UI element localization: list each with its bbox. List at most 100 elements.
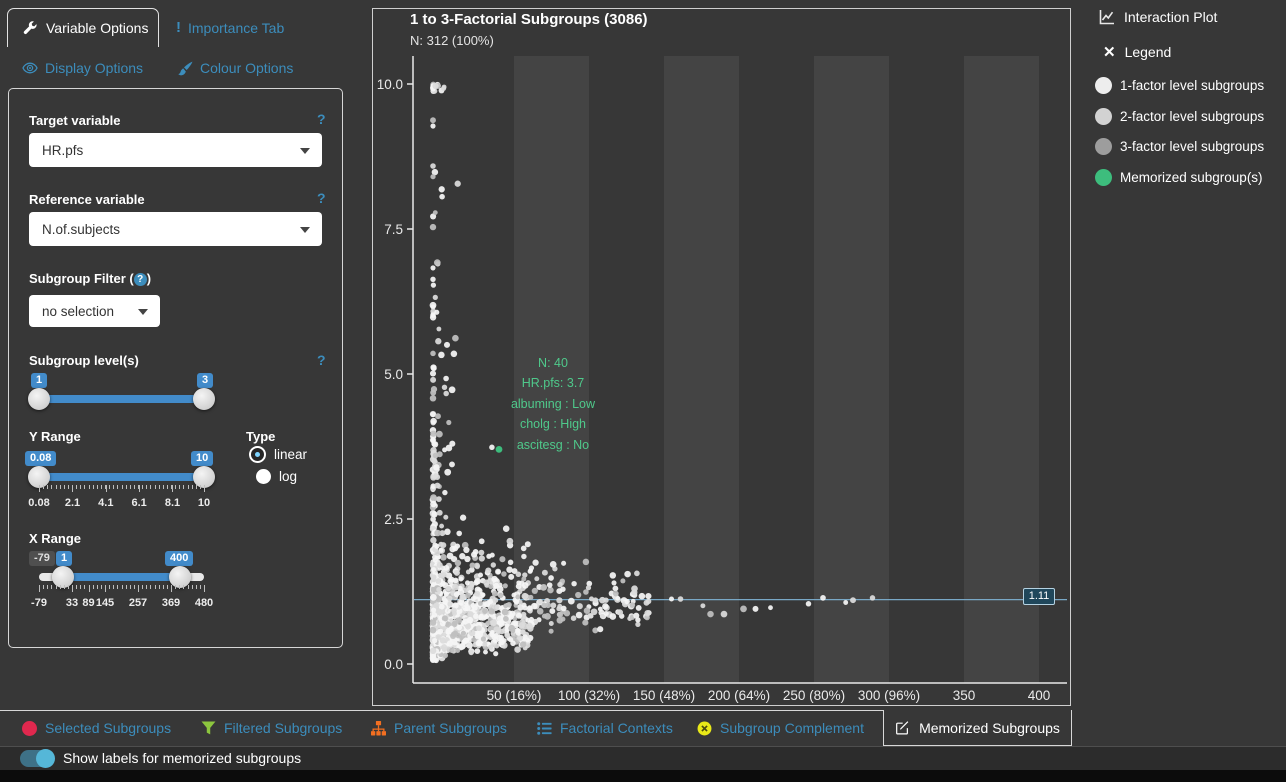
show-labels-toggle[interactable]	[20, 750, 54, 767]
variable-options-panel: Target variable ? HR.pfs Reference varia…	[8, 88, 343, 648]
funnel-icon	[201, 721, 216, 736]
legend-dot-icon	[1095, 77, 1112, 94]
tab-memorized-subgroups[interactable]: Memorized Subgroups	[883, 710, 1072, 746]
slider-min-badge: -79	[29, 551, 55, 566]
footer-bar: Show labels for memorized subgroups	[0, 746, 1286, 770]
radio-log[interactable]: log	[256, 469, 297, 484]
tab-label: Colour Options	[200, 60, 293, 76]
interaction-plot-button[interactable]: Interaction Plot	[1099, 9, 1217, 25]
circle-x-icon	[697, 721, 712, 736]
subgroup-scatter-panel: 1 to 3-Factorial Subgroups (3086) N: 312…	[372, 8, 1071, 706]
tab-variable-options[interactable]: Variable Options	[7, 8, 159, 47]
reference-variable-help-icon[interactable]: ?	[317, 190, 326, 206]
radio-linear[interactable]: linear	[249, 446, 307, 463]
tab-label: Importance Tab	[188, 20, 284, 36]
y-range-label: Y Range	[29, 429, 81, 444]
slider-grid: -793389145257369480	[39, 585, 204, 615]
subgroup-levels-help-icon[interactable]: ?	[317, 352, 326, 368]
slider-tick-label: 89	[82, 597, 94, 609]
list-icon	[537, 721, 552, 736]
eye-icon	[22, 60, 38, 76]
subgroup-filter-select[interactable]: no selection	[29, 295, 160, 327]
legend-item: 2-factor level subgroups	[1095, 108, 1264, 125]
slider-tick-label: 4.1	[98, 497, 113, 509]
svg-text:5.0: 5.0	[384, 367, 403, 382]
legend-close-button[interactable]: ✕ Legend	[1103, 43, 1171, 61]
subgroup-explorer-app: Variable Options ! Importance Tab Displa…	[0, 0, 1286, 782]
brush-icon	[178, 61, 193, 76]
slider-to-badge: 400	[165, 551, 193, 566]
reference-variable-select[interactable]: N.of.subjects	[29, 212, 322, 246]
legend-item-label: 1-factor level subgroups	[1120, 78, 1264, 93]
sitemap-icon	[371, 721, 386, 736]
edit-icon	[895, 720, 910, 735]
legend-item: 1-factor level subgroups	[1095, 77, 1264, 94]
slider-grid: 0.082.14.16.18.110	[39, 485, 204, 515]
subgroup-filter-help-icon[interactable]: ?	[134, 273, 147, 286]
svg-text:2.5: 2.5	[384, 512, 403, 527]
slider-fill	[63, 573, 181, 581]
tab-display-options[interactable]: Display Options	[22, 60, 143, 76]
red-dot-icon	[22, 721, 37, 736]
svg-text:400: 400	[1028, 688, 1051, 703]
svg-text:300 (96%): 300 (96%)	[858, 688, 920, 703]
target-variable-help-icon[interactable]: ?	[317, 111, 326, 127]
slider-tick-label: 145	[96, 597, 114, 609]
slider-tick-label: 10	[198, 497, 210, 509]
radio-button-icon	[249, 446, 266, 463]
slider-tick-label: 0.08	[28, 497, 49, 509]
svg-text:7.5: 7.5	[384, 222, 403, 237]
tab-label: Variable Options	[46, 20, 148, 36]
tab-selected-subgroups[interactable]: Selected Subgroups	[22, 710, 171, 746]
tab-subgroup-complement[interactable]: Subgroup Complement	[697, 710, 864, 746]
radio-button-icon	[256, 469, 271, 484]
close-icon: ✕	[1103, 43, 1116, 61]
svg-text:150 (48%): 150 (48%)	[633, 688, 695, 703]
tab-parent-subgroups[interactable]: Parent Subgroups	[371, 710, 507, 746]
type-label: Type	[246, 429, 275, 444]
tab-importance[interactable]: ! Importance Tab	[176, 19, 284, 36]
slider-tick-label: 369	[162, 597, 180, 609]
exclamation-icon: !	[176, 19, 181, 36]
slider-to-badge: 3	[197, 373, 213, 388]
slider-tick-label: 480	[195, 597, 213, 609]
svg-text:100 (32%): 100 (32%)	[558, 688, 620, 703]
legend-dot-icon	[1095, 169, 1112, 186]
slider-from-badge: 1	[31, 373, 47, 388]
slider-tick-label: 2.1	[65, 497, 80, 509]
tab-filtered-subgroups[interactable]: Filtered Subgroups	[201, 710, 342, 746]
slider-from-badge: 1	[56, 551, 72, 566]
slider-handle-right[interactable]	[193, 388, 215, 410]
svg-text:350: 350	[953, 688, 976, 703]
slider-tick-label: 8.1	[165, 497, 180, 509]
svg-text:250 (80%): 250 (80%)	[783, 688, 845, 703]
chevron-down-icon	[300, 227, 310, 233]
svg-text:50 (16%): 50 (16%)	[487, 688, 542, 703]
legend-dot-icon	[1095, 108, 1112, 125]
svg-text:200 (64%): 200 (64%)	[708, 688, 770, 703]
tab-colour-options[interactable]: Colour Options	[178, 60, 293, 76]
chevron-down-icon	[300, 148, 310, 154]
tab-factorial-contexts[interactable]: Factorial Contexts	[537, 710, 673, 746]
legend-item-label: Memorized subgroup(s)	[1120, 170, 1263, 185]
y-range-slider[interactable]: 0.08 10 0.082.14.16.18.110	[29, 451, 214, 521]
slider-handle-left[interactable]	[28, 388, 50, 410]
scatter-plot[interactable]: 10.07.55.02.50.050 (16%)100 (32%)150 (48…	[373, 9, 1070, 705]
line-chart-icon	[1099, 9, 1115, 25]
slider-tick-label: 257	[129, 597, 147, 609]
x-range-label: X Range	[29, 531, 81, 546]
x-range-slider[interactable]: -79 1 400 -793389145257369480	[29, 551, 214, 621]
svg-text:0.0: 0.0	[384, 657, 403, 672]
target-variable-select[interactable]: HR.pfs	[29, 133, 322, 167]
toggle-knob-icon	[36, 749, 55, 768]
slider-fill	[39, 473, 204, 481]
wrench-icon	[23, 21, 37, 35]
slider-to-badge: 10	[191, 451, 213, 466]
slider-fill	[39, 395, 204, 403]
chevron-down-icon	[138, 309, 148, 315]
reference-variable-label: Reference variable	[29, 192, 145, 207]
slider-tick-label: 33	[66, 597, 78, 609]
legend-dot-icon	[1095, 138, 1112, 155]
target-variable-label: Target variable	[29, 113, 121, 128]
slider-tick-label: 6.1	[131, 497, 146, 509]
